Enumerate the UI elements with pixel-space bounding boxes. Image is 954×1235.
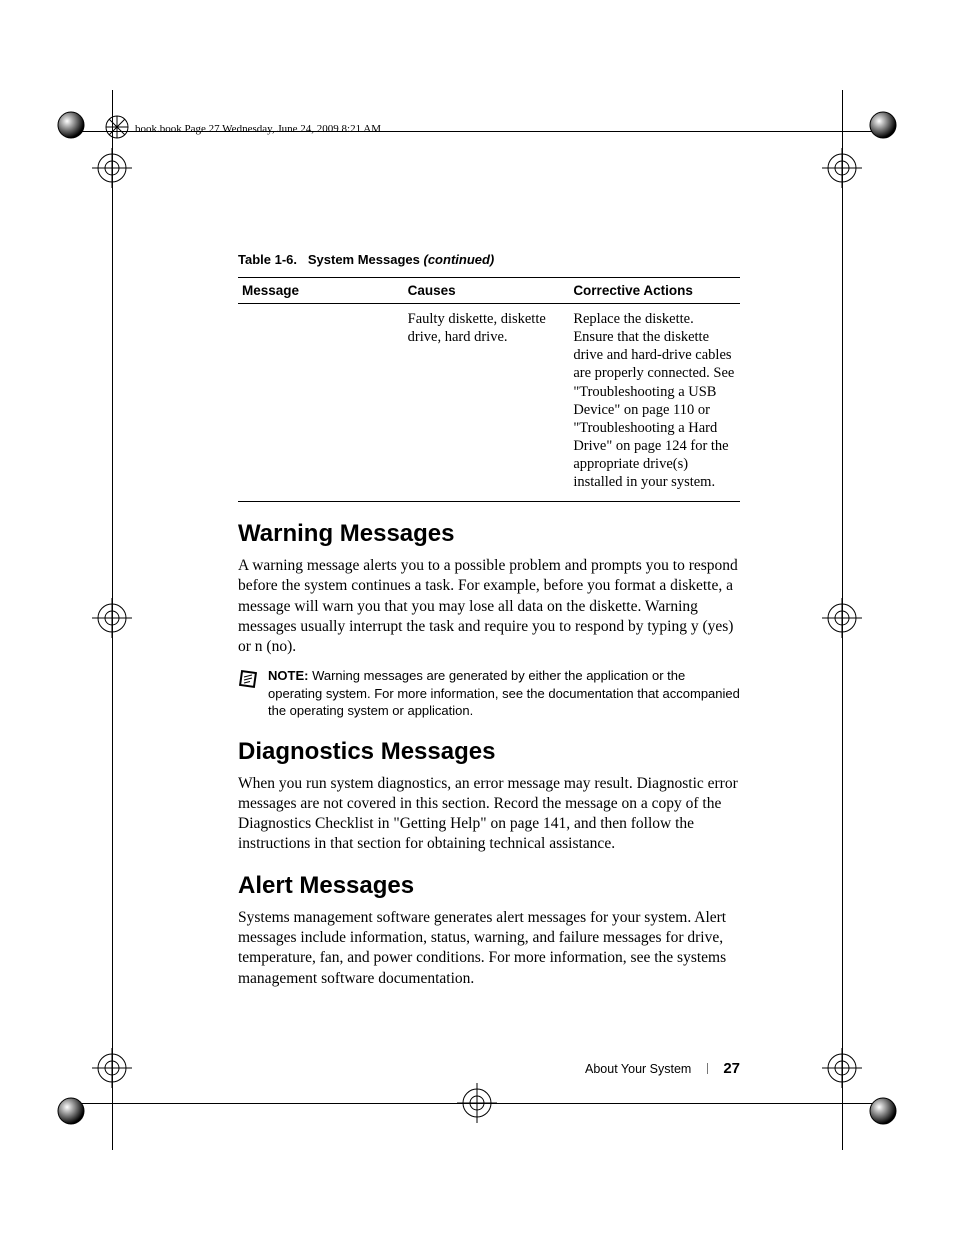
footer-section-name: About Your System (585, 1062, 691, 1076)
running-header: book.book Page 27 Wednesday, June 24, 20… (135, 123, 381, 135)
paragraph: A warning message alerts you to a possib… (238, 556, 740, 657)
note-body: Warning messages are generated by either… (268, 668, 740, 718)
paragraph: When you run system diagnostics, an erro… (238, 774, 740, 855)
crop-line (842, 90, 843, 1150)
heading-alert-messages: Alert Messages (238, 872, 740, 900)
registration-sphere-icon (56, 1096, 86, 1126)
note-text: NOTE: Warning messages are generated by … (268, 667, 740, 720)
cell-message (238, 304, 404, 502)
page-content: Table 1-6. System Messages (continued) M… (238, 252, 740, 999)
system-messages-table: Message Causes Corrective Actions Faulty… (238, 277, 740, 502)
table-continued: (continued) (424, 252, 495, 267)
table-row: Faulty diskette, diskette drive, hard dr… (238, 304, 740, 502)
footer-separator (707, 1063, 708, 1074)
col-message: Message (238, 278, 404, 304)
cell-causes: Faulty diskette, diskette drive, hard dr… (404, 304, 570, 502)
note-label: NOTE: (268, 668, 308, 683)
table-number: Table 1-6. (238, 252, 297, 267)
page-footer: About Your System 27 (238, 1060, 740, 1077)
col-causes: Causes (404, 278, 570, 304)
note-icon (238, 669, 258, 694)
rosette-icon (104, 114, 130, 140)
page-number: 27 (723, 1060, 740, 1077)
table-caption: Table 1-6. System Messages (continued) (238, 252, 740, 267)
registration-sphere-icon (868, 110, 898, 140)
heading-warning-messages: Warning Messages (238, 520, 740, 548)
registration-sphere-icon (56, 110, 86, 140)
cell-actions: Replace the diskette. Ensure that the di… (569, 304, 740, 502)
note-block: NOTE: Warning messages are generated by … (238, 667, 740, 720)
crop-line (60, 131, 894, 132)
heading-diagnostics-messages: Diagnostics Messages (238, 738, 740, 766)
paragraph: Systems management software generates al… (238, 908, 740, 989)
crop-line (60, 1103, 894, 1104)
col-actions: Corrective Actions (569, 278, 740, 304)
registration-sphere-icon (868, 1096, 898, 1126)
crop-line (112, 90, 113, 1150)
table-title: System Messages (308, 252, 420, 267)
